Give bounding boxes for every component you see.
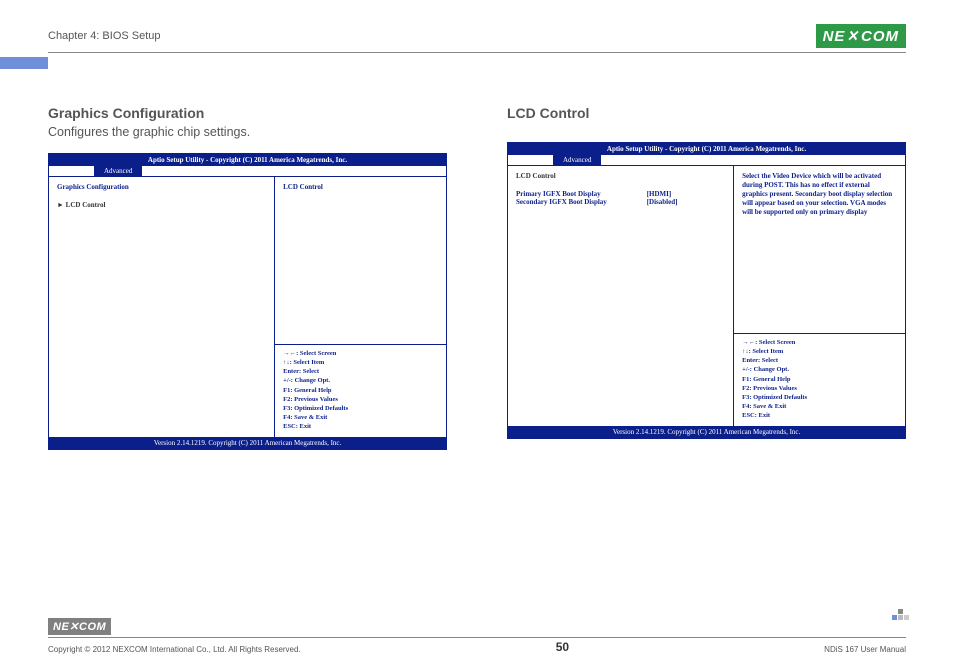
- key-hint: ESC: Exit: [742, 411, 897, 420]
- key-hint: +/-: Change Opt.: [283, 376, 438, 385]
- key-hint: F3: Optimized Defaults: [283, 404, 438, 413]
- key-hint: +/-: Change Opt.: [742, 365, 897, 374]
- bios-tab-advanced[interactable]: Advanced: [553, 155, 601, 165]
- bios-menu-lcd-control[interactable]: ► LCD Control: [57, 201, 266, 209]
- left-column: Graphics Configuration Configures the gr…: [48, 105, 447, 450]
- manual-name: NDiS 167 User Manual: [824, 645, 906, 654]
- page-number: 50: [556, 640, 569, 654]
- page-header: Chapter 4: BIOS Setup NE✕COM: [48, 24, 906, 53]
- section-desc-graphics: Configures the graphic chip settings.: [48, 125, 447, 139]
- key-hint: →←: Select Screen: [742, 338, 897, 347]
- key-hint: F1: General Help: [283, 386, 438, 395]
- bios-option-primary-igfx[interactable]: Primary IGFX Boot Display [HDMI]: [516, 190, 725, 198]
- bios-heading: Graphics Configuration: [57, 183, 266, 191]
- right-column: LCD Control Aptio Setup Utility - Copyri…: [507, 105, 906, 450]
- key-hint: F3: Optimized Defaults: [742, 393, 897, 402]
- bios-main-pane: Graphics Configuration ► LCD Control: [49, 177, 274, 437]
- corner-squares-icon: [892, 607, 908, 621]
- bios-key-legend: →←: Select Screen ↑↓: Select Item Enter:…: [283, 349, 438, 431]
- bios-title-bar: Aptio Setup Utility - Copyright (C) 2011…: [508, 143, 905, 155]
- bios-footer-bar: Version 2.14.1219. Copyright (C) 2011 Am…: [508, 426, 905, 438]
- bios-tab-row: Advanced: [49, 166, 446, 177]
- option-value: [Disabled]: [647, 198, 725, 206]
- key-hint: ↑↓: Select Item: [283, 358, 438, 367]
- key-hint: F1: General Help: [742, 375, 897, 384]
- key-hint: ESC: Exit: [283, 422, 438, 431]
- key-hint: F2: Previous Values: [283, 395, 438, 404]
- bios-screenshot-lcd: Aptio Setup Utility - Copyright (C) 2011…: [507, 142, 906, 439]
- copyright-text: Copyright © 2012 NEXCOM International Co…: [48, 645, 301, 654]
- bios-key-legend: →←: Select Screen ↑↓: Select Item Enter:…: [742, 338, 897, 420]
- logo-x-icon: ✕: [847, 27, 859, 45]
- bios-help-pane: Select the Video Device which will be ac…: [733, 166, 905, 426]
- nexcom-logo: NE✕COM: [816, 24, 906, 48]
- bios-main-pane: LCD Control Primary IGFX Boot Display [H…: [508, 166, 733, 426]
- key-hint: ↑↓: Select Item: [742, 347, 897, 356]
- bios-tab-advanced[interactable]: Advanced: [94, 166, 142, 176]
- bios-tab-row: Advanced: [508, 155, 905, 166]
- chapter-label: Chapter 4: BIOS Setup: [48, 30, 161, 42]
- option-value: [HDMI]: [647, 190, 725, 198]
- section-title-graphics: Graphics Configuration: [48, 105, 447, 121]
- footer-logo: NE✕COM: [48, 618, 111, 635]
- bios-option-secondary-igfx[interactable]: Secondary IGFX Boot Display [Disabled]: [516, 198, 725, 206]
- key-hint: Enter: Select: [742, 356, 897, 365]
- key-hint: F2: Previous Values: [742, 384, 897, 393]
- key-hint: Enter: Select: [283, 367, 438, 376]
- option-label: Secondary IGFX Boot Display: [516, 198, 647, 206]
- bios-title-bar: Aptio Setup Utility - Copyright (C) 2011…: [49, 154, 446, 166]
- key-hint: F4: Save & Exit: [742, 402, 897, 411]
- bios-heading: LCD Control: [516, 172, 725, 180]
- bios-help-pane: LCD Control →←: Select Screen ↑↓: Select…: [274, 177, 446, 437]
- page-footer: NE✕COM Copyright © 2012 NEXCOM Internati…: [48, 617, 906, 654]
- bios-screenshot-graphics: Aptio Setup Utility - Copyright (C) 2011…: [48, 153, 447, 450]
- bios-help-text: Select the Video Device which will be ac…: [742, 172, 897, 329]
- bios-help-text: LCD Control: [283, 183, 438, 340]
- option-label: Primary IGFX Boot Display: [516, 190, 647, 198]
- key-hint: F4: Save & Exit: [283, 413, 438, 422]
- bios-footer-bar: Version 2.14.1219. Copyright (C) 2011 Am…: [49, 437, 446, 449]
- key-hint: →←: Select Screen: [283, 349, 438, 358]
- section-title-lcd: LCD Control: [507, 105, 906, 121]
- side-tab-mark: [0, 57, 48, 69]
